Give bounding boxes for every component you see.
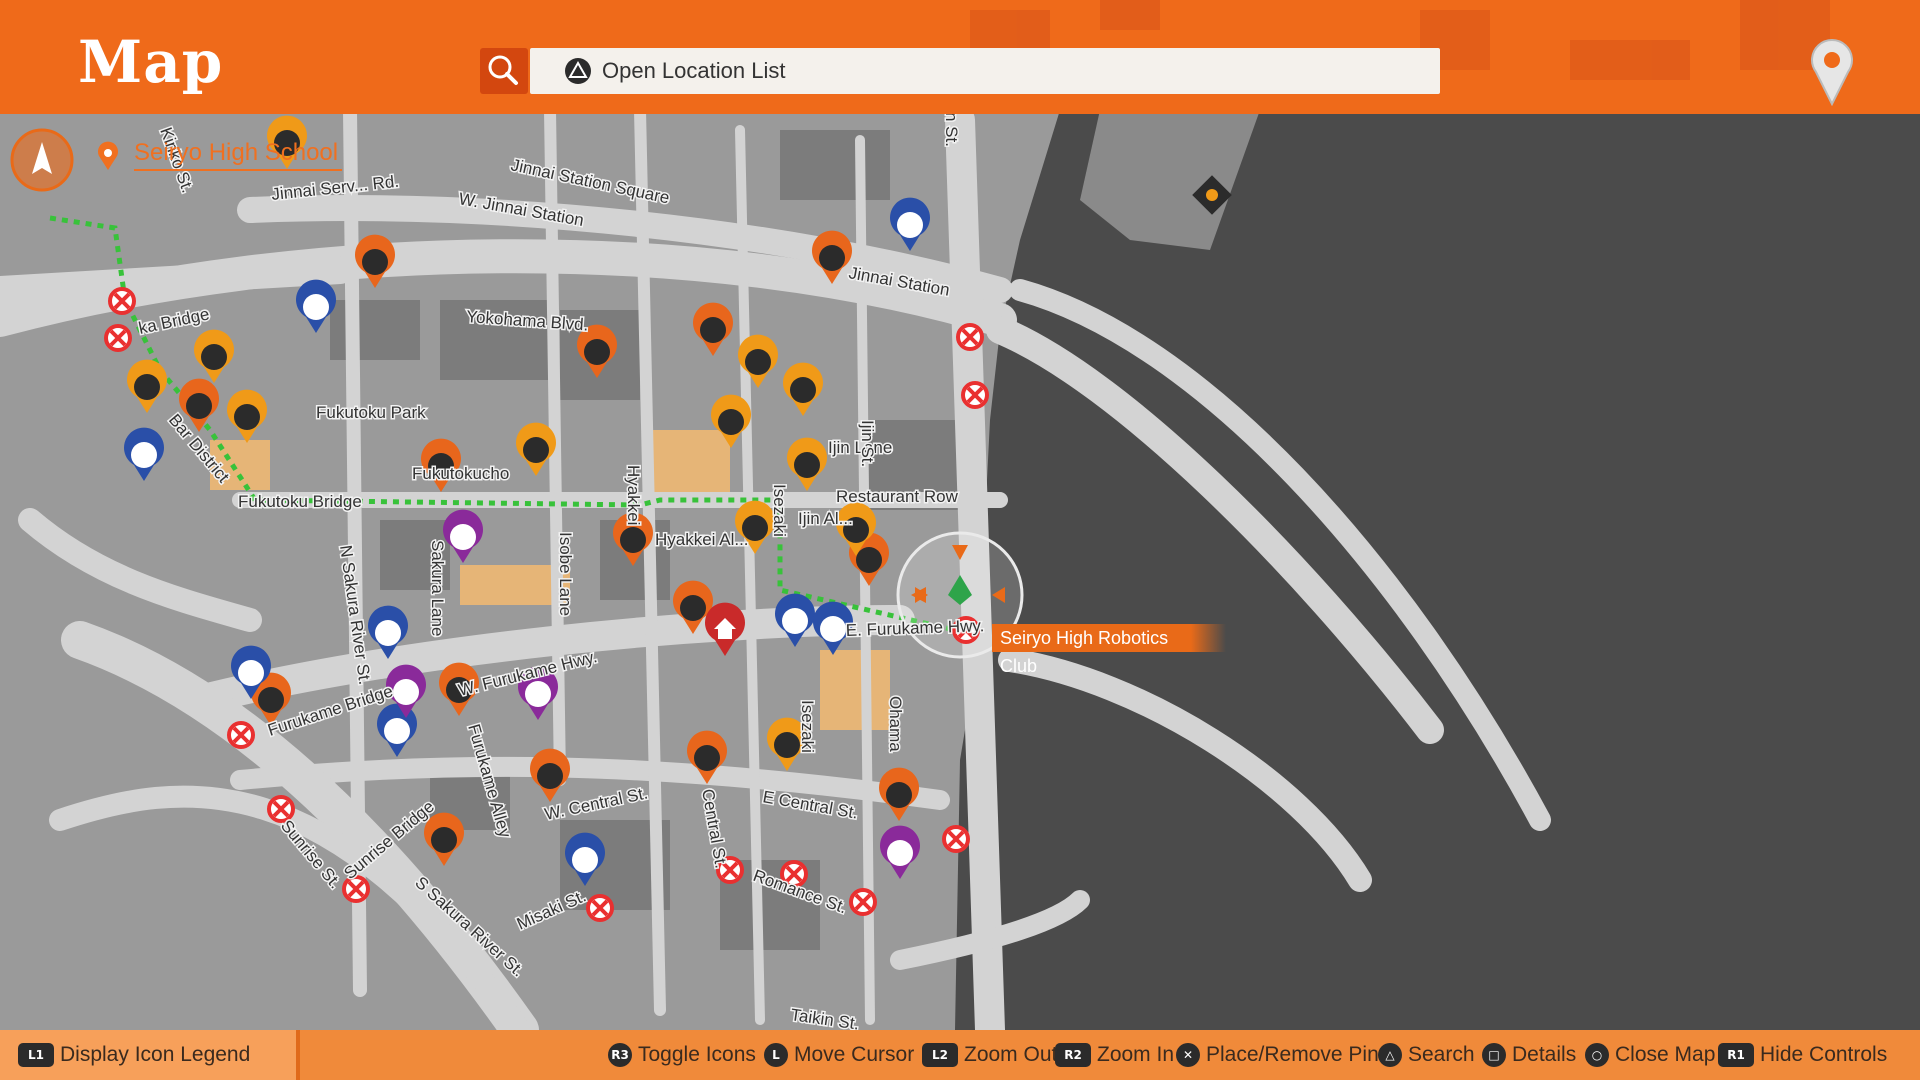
control-label: Move Cursor [794,1043,915,1066]
map-pin-icon[interactable] [1808,34,1856,106]
divider [296,1030,300,1080]
toggle-icons-control[interactable]: R3 Toggle Icons [608,1042,756,1068]
street-label: Hyakkei Al... [655,530,749,549]
control-label: Details [1512,1043,1577,1066]
control-label: Search [1408,1043,1475,1066]
street-label: Ijin St. [858,420,877,467]
street-label: Isezaki [770,484,789,537]
circle-button-icon: ○ [1585,1043,1609,1067]
place-remove-pin-control[interactable]: ✕ Place/Remove Pin [1176,1042,1379,1068]
street-label: Isezaki [798,700,817,753]
control-label: Toggle Icons [638,1043,756,1066]
close-map-control[interactable]: ○ Close Map [1585,1042,1715,1068]
details-control[interactable]: □ Details [1482,1042,1576,1068]
controls-bar: L1 Display Icon Legend R3 Toggle Icons L… [0,1030,1920,1080]
zoom-out-control[interactable]: L2 Zoom Out [922,1042,1057,1068]
current-location-marker [10,128,74,192]
search-control[interactable]: △ Search [1378,1042,1475,1068]
street-label: Ijin Al... [798,509,853,528]
r2-button-icon: R2 [1055,1043,1091,1067]
cross-button-icon: ✕ [1176,1043,1200,1067]
street-label: n St. [942,112,961,147]
search-placeholder: Open Location List [602,58,786,83]
cursor-location-label: Seiryo High Robotics Club [992,624,1226,676]
triangle-button-icon [565,58,591,84]
control-label: Close Map [1615,1043,1716,1066]
street-label: Fukutoku Bridge [238,492,362,511]
triangle-button-icon: △ [1378,1043,1402,1067]
l2-button-icon: L2 [922,1043,958,1067]
street-label: Ohama [886,696,905,752]
l-stick-button-icon: L [764,1043,788,1067]
control-label: Zoom Out [964,1043,1058,1066]
street-label: Isobe Lane [556,532,575,616]
search-icon [488,55,518,85]
street-label: Hyakkei [624,465,643,525]
open-location-list-bar[interactable]: Open Location List [530,48,1440,94]
hide-controls-control[interactable]: R1 Hide Controls [1718,1042,1887,1068]
display-icon-legend-control[interactable]: L1 Display Icon Legend [18,1042,250,1068]
street-label: Fukutokucho [412,464,509,483]
l1-button-icon: L1 [18,1043,54,1067]
control-label: Zoom In [1097,1043,1175,1066]
square-button-icon: □ [1482,1043,1506,1067]
search-button[interactable] [480,48,528,94]
zoom-in-control[interactable]: R2 Zoom In [1055,1042,1174,1068]
page-title: Map [78,28,224,96]
move-cursor-control[interactable]: L Move Cursor [764,1042,914,1068]
control-label: Hide Controls [1760,1043,1888,1066]
street-label: Fukutoku Park [316,403,426,422]
r1-button-icon: R1 [1718,1043,1754,1067]
current-location-label[interactable]: Seiryo High School [134,139,343,171]
control-label: Display Icon Legend [60,1043,251,1066]
street-label: Sakura Lane [428,540,447,636]
street-label: Restaurant Row [836,487,959,506]
control-label: Place/Remove Pin [1206,1043,1379,1066]
r3-button-icon: R3 [608,1043,632,1067]
header-bar: Map Open Location List [0,0,1920,114]
